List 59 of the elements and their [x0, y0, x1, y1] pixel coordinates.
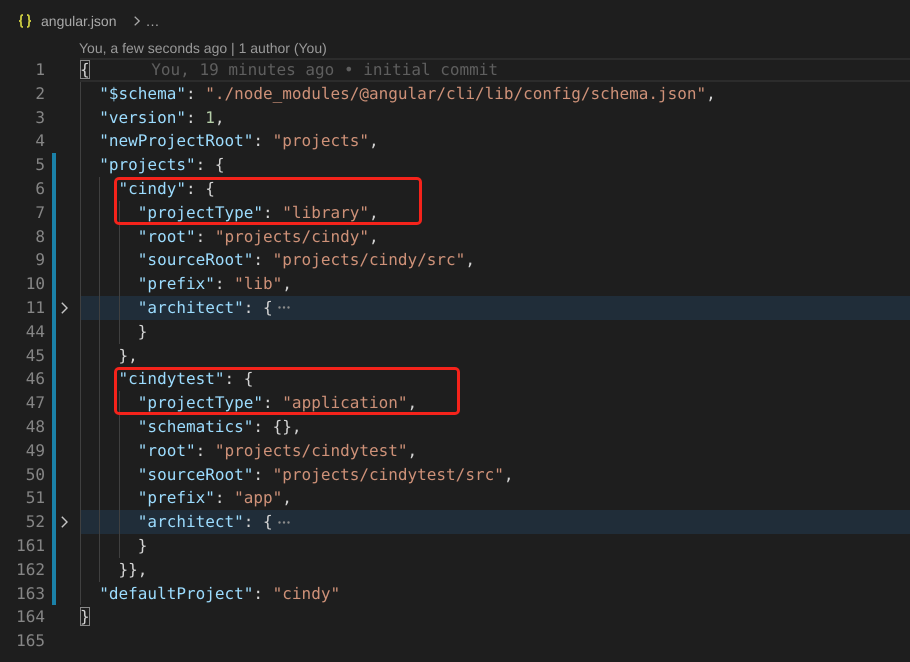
line-number: 49: [24, 440, 46, 462]
code-line: }: [138, 534, 148, 557]
code-line: "prefix": "lib",: [138, 273, 292, 296]
chevron-icon: [134, 16, 140, 26]
code-line: "projectType": "library",: [138, 202, 379, 224]
line-number: 163: [15, 582, 46, 605]
code-line: "sourceRoot": "projects/cindy/src",: [138, 249, 475, 272]
line-number: 11: [24, 296, 46, 319]
line-number: 162: [15, 558, 46, 581]
braces-icon: [18, 14, 32, 28]
code-line: "projectType": "application",: [138, 392, 418, 414]
code-line: "architect": {: [138, 296, 273, 319]
line-number: 8: [34, 226, 46, 248]
line-number: 47: [24, 392, 46, 414]
line-number: 1: [34, 59, 46, 81]
code-line: "version": 1,: [99, 106, 225, 129]
line-number: 5: [34, 154, 46, 176]
code-line: }: [80, 606, 90, 628]
blame-annotation: You, 19 minutes ago • initial commit: [151, 60, 498, 80]
ellipsis-icon[interactable]: [278, 306, 290, 310]
line-number: 46: [24, 368, 46, 390]
code-line: "projects": {: [99, 154, 224, 176]
codelens-text[interactable]: You, a few seconds ago | 1 author (You): [79, 40, 327, 56]
line-number: 10: [24, 273, 46, 296]
code-line: "prefix": "app",: [138, 487, 292, 510]
line-number: 50: [24, 464, 46, 486]
line-number: 165: [15, 630, 46, 652]
line-number: 48: [24, 416, 46, 438]
line-number: 164: [15, 606, 46, 628]
line-number: 51: [24, 487, 46, 510]
code-line: "root": "projects/cindytest",: [138, 440, 418, 462]
code-line: "cindytest": {: [118, 368, 254, 390]
code-line: "cindy": {: [118, 178, 215, 200]
line-number: 6: [34, 178, 46, 200]
code-line: "defaultProject": "cindy": [99, 582, 340, 605]
chevron-icon[interactable]: [61, 302, 68, 314]
line-number: 44: [24, 320, 46, 343]
code-line: }},: [118, 558, 148, 581]
breadcrumb-more[interactable]: …: [146, 13, 160, 29]
line-number: 2: [34, 82, 46, 105]
code-line: "architect": {: [138, 511, 273, 534]
code-line: },: [118, 344, 138, 367]
line-number: 45: [24, 344, 46, 367]
code-line: "schematics": {},: [138, 416, 302, 438]
code-line: "sourceRoot": "projects/cindytest/src",: [138, 464, 514, 486]
code-line: }: [138, 320, 148, 343]
line-number: 161: [15, 534, 46, 557]
line-number: 3: [34, 106, 46, 129]
code-line: {: [80, 60, 90, 80]
line-number: 9: [34, 249, 46, 272]
file-name[interactable]: angular.json: [41, 13, 117, 29]
line-number: 52: [24, 511, 46, 534]
chevron-icon[interactable]: [61, 516, 68, 528]
ellipsis-icon[interactable]: [278, 520, 290, 524]
code-line: "newProjectRoot": "projects",: [99, 130, 379, 152]
line-number: 7: [34, 202, 46, 224]
code-line: "root": "projects/cindy",: [138, 226, 379, 248]
code-line: "$schema": "./node_modules/@angular/cli/lib/config/schema.json",: [99, 82, 716, 105]
line-number: 4: [34, 130, 46, 152]
